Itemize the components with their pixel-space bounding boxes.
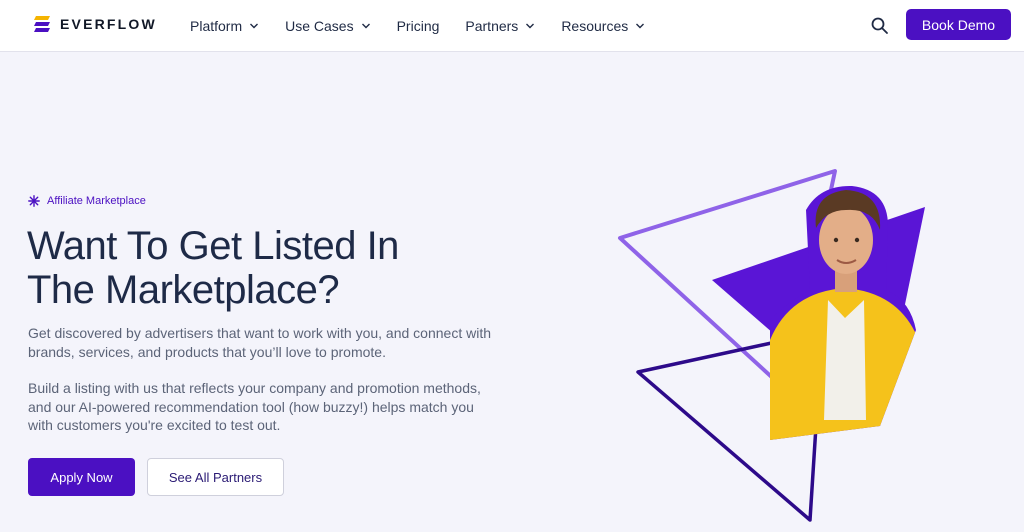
nav-item-use-cases[interactable]: Use Cases <box>285 18 370 34</box>
nav-item-label: Partners <box>465 18 519 34</box>
nav-item-platform[interactable]: Platform <box>190 18 259 34</box>
hero-headline: Want To Get Listed In The Marketplace? <box>27 224 487 312</box>
book-demo-button[interactable]: Book Demo <box>906 9 1011 40</box>
chevron-down-icon <box>636 23 645 29</box>
chevron-down-icon <box>361 23 370 29</box>
nav-item-pricing[interactable]: Pricing <box>397 18 440 34</box>
nav-item-resources[interactable]: Resources <box>561 18 645 34</box>
hero-paragraph-2: Build a listing with us that reflects yo… <box>28 380 481 433</box>
chevron-down-icon <box>250 23 259 29</box>
nav-item-label: Resources <box>561 18 629 34</box>
top-navbar: EVERFLOW Platform Use Cases Pricing Part… <box>0 0 1024 52</box>
nav-item-label: Platform <box>190 18 243 34</box>
nav-item-label: Pricing <box>396 18 440 34</box>
main-nav: Platform Use Cases Pricing Partners Reso… <box>190 0 671 52</box>
hero-illustration <box>618 169 925 522</box>
chevron-down-icon <box>526 23 535 29</box>
everflow-logo-icon <box>34 16 50 32</box>
search-icon[interactable] <box>870 16 890 36</box>
sparkle-icon <box>28 195 40 207</box>
headline-line-1: Want To Get Listed In <box>27 224 399 268</box>
hero-paragraph-1: Get discovered by advertisers that want … <box>28 325 492 360</box>
nav-item-label: Use Cases <box>285 18 354 34</box>
nav-item-partners[interactable]: Partners <box>465 18 535 34</box>
brand-logo[interactable]: EVERFLOW <box>32 14 157 34</box>
apply-now-button[interactable]: Apply Now <box>28 458 135 496</box>
brand-name: EVERFLOW <box>60 16 157 32</box>
see-all-partners-button[interactable]: See All Partners <box>147 458 284 496</box>
eyebrow-label: Affiliate Marketplace <box>47 195 146 207</box>
eyebrow: Affiliate Marketplace <box>28 195 146 207</box>
headline-line-2: The Marketplace? <box>27 268 340 312</box>
